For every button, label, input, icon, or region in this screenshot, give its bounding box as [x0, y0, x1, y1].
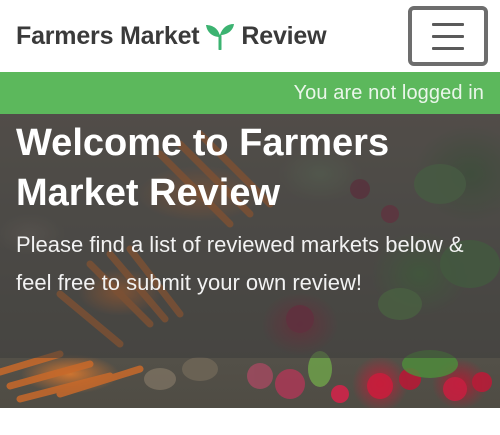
hero-description: Please find a list of reviewed markets b… — [16, 232, 464, 295]
hero-banner: Welcome to Farmers Market Review Please … — [0, 114, 500, 408]
navbar: Farmers Market Review — [0, 0, 500, 72]
hamburger-menu-icon — [432, 22, 464, 26]
hamburger-bar — [432, 34, 464, 38]
brand-link[interactable]: Farmers Market Review — [16, 19, 327, 53]
hero-title: Welcome to Farmers Market Review — [16, 122, 390, 214]
brand-name-second: Review — [241, 21, 327, 50]
brand-name-first: Farmers Market — [16, 21, 200, 50]
hamburger-bar — [432, 46, 464, 50]
sprout-icon — [206, 24, 235, 50]
menu-toggle-button[interactable] — [408, 6, 488, 66]
login-status-bar: You are not logged in — [0, 72, 500, 114]
content-area — [0, 408, 500, 435]
login-status-text: You are not logged in — [293, 81, 484, 104]
